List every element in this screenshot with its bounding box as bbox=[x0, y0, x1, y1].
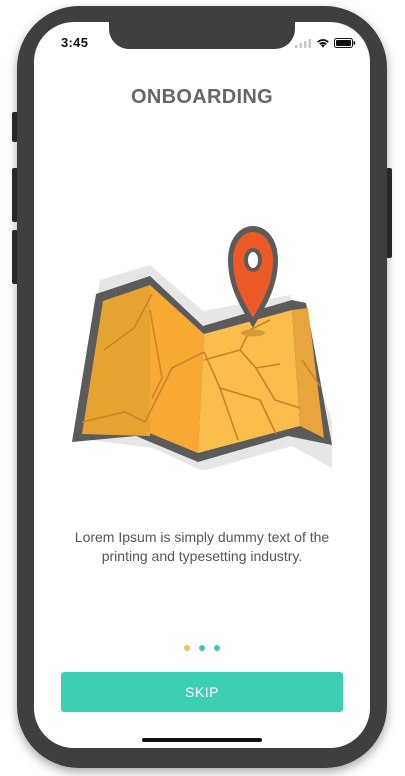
status-time: 3:45 bbox=[61, 35, 89, 50]
page-indicator bbox=[34, 645, 370, 651]
wifi-icon bbox=[317, 39, 329, 48]
page-dot[interactable] bbox=[214, 645, 220, 651]
screen: 3:45 ONBOARDING Lorem Ipsum is simply du… bbox=[34, 22, 370, 748]
page-dot[interactable] bbox=[184, 645, 190, 651]
device-frame: 3:45 ONBOARDING Lorem Ipsum is simply du… bbox=[0, 0, 405, 776]
status-icons bbox=[295, 37, 356, 49]
notch bbox=[109, 22, 295, 49]
battery-icon bbox=[334, 38, 356, 48]
signal-icon bbox=[295, 39, 311, 48]
home-indicator[interactable] bbox=[142, 738, 262, 742]
page-title: ONBOARDING bbox=[131, 86, 273, 108]
onboarding-description: Lorem Ipsum is simply dummy text of the … bbox=[74, 529, 330, 564]
page-dot[interactable] bbox=[199, 645, 205, 651]
skip-button[interactable]: SKIP bbox=[61, 672, 343, 712]
map-icon bbox=[72, 226, 332, 470]
